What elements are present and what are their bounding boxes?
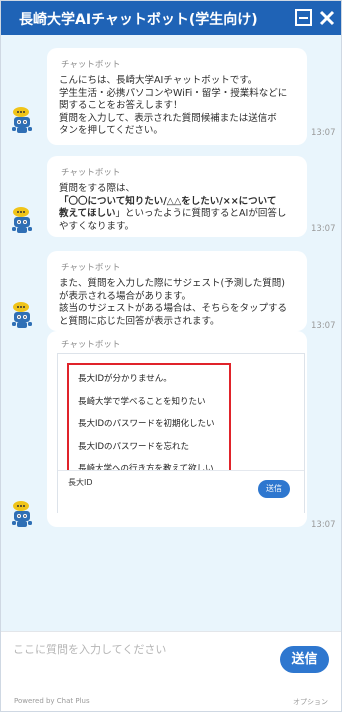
suggest-item[interactable]: 長大IDが分かりません。	[58, 368, 305, 391]
bot-message: チャットボット こんにちは、長崎大学AIチャットボットです。 学生生活・必携パソ…	[47, 48, 307, 145]
powered-by[interactable]: Powered by Chat Plus	[14, 697, 90, 705]
suggest-send-button[interactable]: 送信	[258, 480, 290, 498]
suggest-list: 長大IDが分かりません。 長崎大学で学べることを知りたい 長大IDのパスワードを…	[58, 368, 305, 481]
chat-window: 長崎大学AIチャットボット(学生向け) チャットボット こんにちは、長崎大学AI…	[0, 0, 342, 712]
robot-avatar-icon	[10, 205, 34, 235]
message-input-bar: 送信	[1, 631, 341, 692]
message-text: また、質問を入力した際にサジェスト(予測した質問) が表示される場合があります。…	[59, 278, 295, 328]
send-button[interactable]: 送信	[280, 646, 329, 673]
message-sender: チャットボット	[61, 60, 121, 70]
message-text: こんにちは、長崎大学AIチャットボットです。 学生生活・必携パソコンやWiFi・…	[59, 75, 295, 138]
robot-avatar-icon	[10, 300, 34, 330]
message-time: 13:07	[311, 321, 336, 331]
message-time: 13:07	[311, 224, 336, 234]
suggest-item[interactable]: 長大IDのパスワードを初期化したい	[58, 413, 305, 436]
chat-title: 長崎大学AIチャットボット(学生向け)	[19, 12, 258, 28]
suggest-card: チャットボット 長大IDが分かりません。 長崎大学で学べることを知りたい 長大I…	[47, 331, 307, 527]
bot-message: チャットボット 質問をする際は、 「〇〇について知りたい/△△をしたい/××につ…	[47, 156, 307, 237]
message-line: こんにちは、長崎大学AIチャットボットです。	[59, 75, 258, 86]
suggest-item[interactable]: 長大IDのパスワードを忘れた	[58, 436, 305, 459]
message-line: と質問に応じた回答が表示されます。	[59, 315, 220, 327]
message-line: また、質問を入力した際にサジェスト(予測した質問)	[59, 278, 285, 289]
bot-message: チャットボット また、質問を入力した際にサジェスト(予測した質問) が表示される…	[47, 251, 307, 331]
message-input[interactable]	[11, 638, 275, 660]
message-text: 質問をする際は、 「〇〇について知りたい/△△をしたい/××について 教えてほし…	[59, 183, 295, 233]
message-line: 質問をする際は、	[59, 183, 136, 194]
message-line: 関することをお答えします！	[59, 100, 183, 111]
suggest-input[interactable]	[68, 475, 248, 489]
suggest-input-area: 送信	[58, 470, 304, 513]
robot-avatar-icon	[10, 105, 34, 135]
suggest-item[interactable]: 長崎大学で学べることを知りたい	[58, 391, 305, 414]
message-emphasis: 教えてほしい	[59, 208, 116, 219]
suggest-panel: 長大IDが分かりません。 長崎大学で学べることを知りたい 長大IDのパスワードを…	[57, 353, 305, 513]
robot-avatar-icon	[10, 499, 34, 529]
chat-header: 長崎大学AIチャットボット(学生向け)	[1, 1, 341, 35]
message-line: 質問を入力して、表示された質問候補または送信ボ	[59, 112, 277, 124]
message-time: 13:07	[311, 520, 336, 530]
message-line: 該当のサジェストがある場合は、そちらをタップする	[59, 303, 288, 314]
close-icon[interactable]	[317, 8, 337, 28]
footer: Powered by Chat Plus オプション	[1, 691, 341, 711]
message-line: 学生生活・必携パソコンやWiFi・留学・授業料などに	[59, 87, 288, 99]
options-link[interactable]: オプション	[293, 697, 328, 707]
minimize-icon[interactable]	[294, 8, 314, 28]
message-line: タンを押してください。	[59, 125, 163, 136]
message-line: が表示される場合があります。	[59, 290, 192, 302]
message-line: 」といったように質問するとAIが回答し	[115, 208, 287, 219]
message-sender: チャットボット	[61, 340, 121, 350]
message-line: やすくなります。	[59, 220, 135, 232]
message-time: 13:07	[311, 128, 336, 138]
message-sender: チャットボット	[61, 168, 121, 178]
message-sender: チャットボット	[61, 263, 121, 273]
message-emphasis: 「〇〇について知りたい/△△をしたい/××について	[59, 195, 277, 207]
chat-log[interactable]: チャットボット こんにちは、長崎大学AIチャットボットです。 学生生活・必携パソ…	[1, 35, 341, 631]
